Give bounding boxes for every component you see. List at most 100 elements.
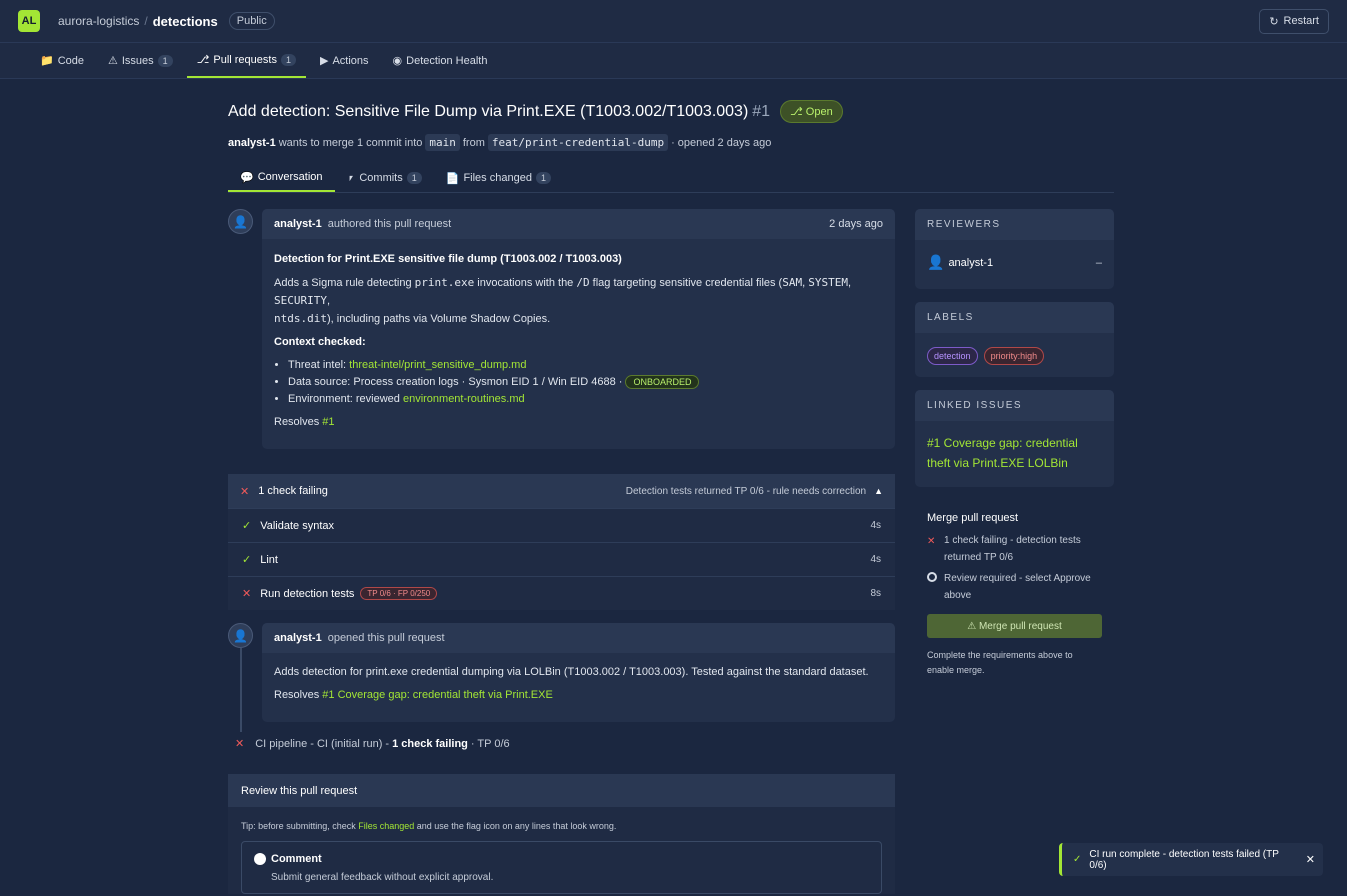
repo-owner-link[interactable]: aurora-logistics xyxy=(58,14,139,28)
tab-actions[interactable]: ▶ Actions xyxy=(310,43,379,78)
label-detection[interactable]: detection xyxy=(927,347,978,365)
restart-button[interactable]: ↻ Restart xyxy=(1259,8,1329,34)
pr-author-link[interactable]: analyst-1 xyxy=(228,137,276,149)
tab-detection-health[interactable]: ◉ Detection Health xyxy=(383,43,498,78)
reviewers-box: REVIEWERS 👤 analyst-1 – xyxy=(915,209,1114,289)
restart-icon: ↻ xyxy=(1269,15,1279,28)
tab-label: Issues xyxy=(121,54,154,67)
user-avatar-icon[interactable]: 👤 xyxy=(228,623,253,648)
merge-title: Merge pull request xyxy=(927,512,1019,524)
check-row[interactable]: ✓ Validate syntax 4s xyxy=(228,508,895,542)
test-result-badge: TP 0/6 · FP 0/250 xyxy=(360,587,438,600)
top-bar: AL aurora-logistics / detections Public … xyxy=(0,0,1347,43)
issue-link[interactable]: #1 xyxy=(322,416,334,428)
check-icon: ✓ xyxy=(1073,854,1082,865)
comment-radio[interactable] xyxy=(254,852,266,865)
org-avatar[interactable]: AL xyxy=(18,10,40,32)
check-duration: 8s xyxy=(870,588,881,599)
tab-commits[interactable]: ⎖ Commits 1 xyxy=(335,164,434,192)
review-title: Review this pull request xyxy=(228,774,895,807)
option-description: Submit general feedback without explicit… xyxy=(271,872,494,883)
comment-action: authored this pull request xyxy=(327,218,452,230)
check-duration: 4s xyxy=(870,554,881,565)
requirement-text: Review required - select Approve above xyxy=(944,573,1091,601)
tab-label: Conversation xyxy=(257,171,323,183)
check-name: Run detection tests xyxy=(260,587,355,600)
event-header: analyst-1 opened this pull request xyxy=(262,623,895,653)
description-card: analyst-1 authored this pull request 2 d… xyxy=(262,209,895,449)
commits-count: 1 xyxy=(406,172,422,184)
checks-header[interactable]: ✕ 1 check failing Detection tests return… xyxy=(228,474,895,508)
files-changed-link[interactable]: Files changed xyxy=(358,821,414,831)
reviewer-row[interactable]: 👤 analyst-1 – xyxy=(915,240,1114,289)
merge-text: wants to merge 1 commit into xyxy=(278,136,423,149)
close-icon[interactable]: ✕ xyxy=(1306,853,1315,866)
timeline-line xyxy=(240,648,242,732)
ci-text: CI pipeline - CI (initial run) - xyxy=(255,737,390,750)
event-body: Adds detection for print.exe credential … xyxy=(262,653,895,722)
code-print-exe: print.exe xyxy=(414,276,475,289)
warning-icon: ⚠ xyxy=(108,55,118,67)
check-icon: ✓ xyxy=(242,520,252,532)
tab-issues[interactable]: ⚠ Issues 1 xyxy=(98,43,183,78)
opened-time: · opened 2 days ago xyxy=(671,136,772,149)
linked-issues-box: LINKED ISSUES #1 Coverage gap: credentia… xyxy=(915,390,1114,487)
pr-main: Add detection: Sensitive File Dump via P… xyxy=(228,79,1114,894)
pending-icon xyxy=(927,571,944,604)
code-security: SECURITY xyxy=(274,294,327,307)
event-author[interactable]: analyst-1 xyxy=(274,632,322,644)
event-text: Adds detection for print.exe credential … xyxy=(274,666,869,678)
tab-label: Code xyxy=(57,54,84,67)
code-system: SYSTEM xyxy=(808,276,848,289)
linked-issue-link[interactable]: #1 Coverage gap: credential theft via Pr… xyxy=(927,436,1078,470)
pr-sidebar: REVIEWERS 👤 analyst-1 – LABELS detection… xyxy=(915,209,1114,690)
merge-button[interactable]: ⚠ Merge pull request xyxy=(927,614,1102,638)
breadcrumb-separator: / xyxy=(144,14,148,28)
user-avatar-icon[interactable]: 👤 xyxy=(228,209,253,234)
repo-name-link[interactable]: detections xyxy=(153,14,218,29)
check-row[interactable]: ✕ Run detection tests TP 0/6 · FP 0/250 … xyxy=(228,576,895,610)
tab-label: Pull requests xyxy=(213,53,277,66)
head-branch[interactable]: feat/print-credential-dump xyxy=(487,134,669,151)
collapse-icon[interactable]: ▲ xyxy=(874,486,883,496)
file-icon: 📄 xyxy=(445,172,460,185)
description-paragraph: Adds a Sigma rule detecting print.exe in… xyxy=(274,276,852,325)
tab-code[interactable]: 📁 Code xyxy=(30,43,94,78)
pull-request-icon: ⎇ xyxy=(196,54,210,66)
labels-list: detection priority:high xyxy=(915,333,1114,377)
reviewers-title: REVIEWERS xyxy=(915,209,1114,240)
tab-files-changed[interactable]: 📄 Files changed 1 xyxy=(434,164,563,192)
code-flag: /D xyxy=(576,276,590,289)
tab-pull-requests[interactable]: ⎇ Pull requests 1 xyxy=(186,43,306,78)
tab-label: Detection Health xyxy=(406,54,488,67)
restart-label: Restart xyxy=(1283,15,1319,27)
linked-issues-title: LINKED ISSUES xyxy=(915,390,1114,421)
merge-requirement: ✕ 1 check failing - detection tests retu… xyxy=(927,532,1102,566)
requirement-text: 1 check failing - detection tests return… xyxy=(944,535,1081,563)
label-priority-high[interactable]: priority:high xyxy=(983,347,1045,365)
linked-issue-link[interactable]: #1 Coverage gap: credential theft via Pr… xyxy=(322,689,553,701)
context-list: Threat intel: threat-intel/print_sensiti… xyxy=(288,357,883,408)
user-icon: 👤 xyxy=(927,254,945,270)
timeline: 👤 analyst-1 opened this pull request Add… xyxy=(228,623,895,750)
review-option-comment[interactable]: Comment Submit general feedback without … xyxy=(241,841,882,894)
event-resolves: Resolves #1 Coverage gap: credential the… xyxy=(274,689,553,701)
merge-note: Complete the requirements above to enabl… xyxy=(927,650,1073,675)
check-icon: ✓ xyxy=(242,554,252,566)
tab-conversation[interactable]: 💬 Conversation xyxy=(228,164,335,192)
onboarded-badge: ONBOARDED xyxy=(625,375,700,389)
code-sam: SAM xyxy=(782,276,803,289)
fail-icon: ✕ xyxy=(242,588,252,600)
threat-intel-link[interactable]: threat-intel/print_sensitive_dump.md xyxy=(349,359,526,371)
checks-summary: Detection tests returned TP 0/6 - rule n… xyxy=(625,485,867,497)
fail-icon: ✕ xyxy=(240,485,250,498)
ci-event: ✕ CI pipeline - CI (initial run) - 1 che… xyxy=(228,737,895,751)
visibility-badge: Public xyxy=(228,12,275,30)
description-heading: Detection for Print.EXE sensitive file d… xyxy=(274,253,622,265)
commit-icon: ⎖ xyxy=(346,171,356,184)
comment-author[interactable]: analyst-1 xyxy=(274,218,322,230)
base-branch[interactable]: main xyxy=(425,134,460,151)
checks-title: 1 check failing xyxy=(258,485,328,497)
check-row[interactable]: ✓ Lint 4s xyxy=(228,542,895,576)
environment-link[interactable]: environment-routines.md xyxy=(403,393,525,405)
